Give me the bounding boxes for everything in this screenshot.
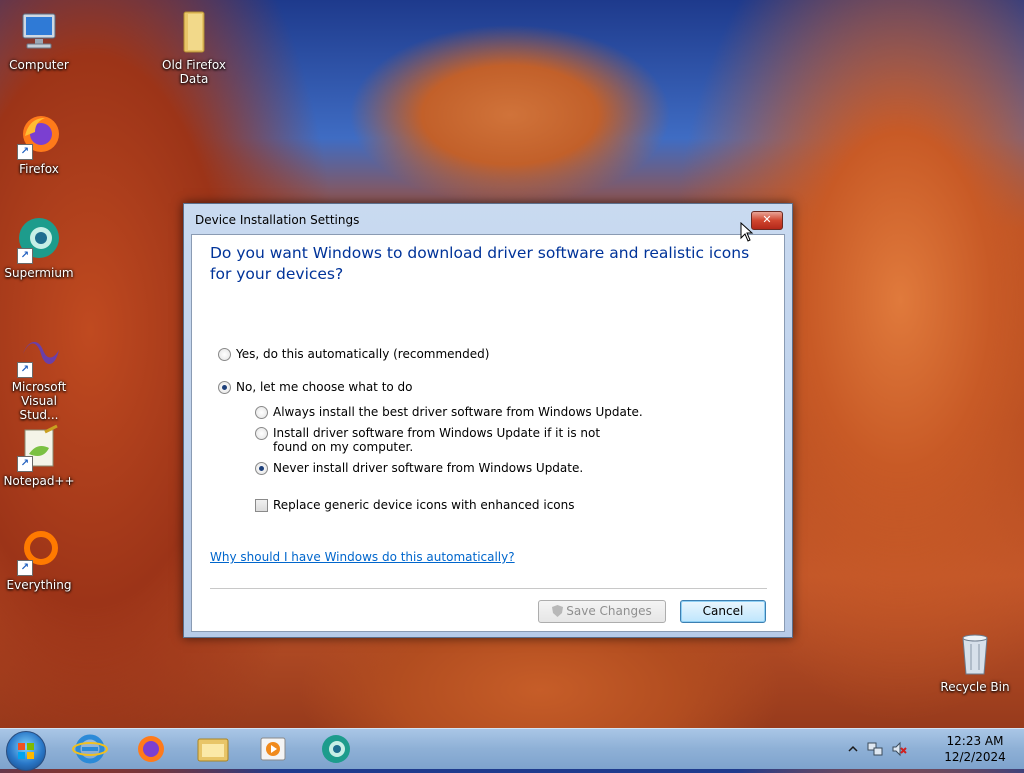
firefox-icon bbox=[138, 736, 164, 762]
recycle-bin-icon bbox=[951, 630, 999, 678]
option-yes-label: Yes, do this automatically (recommended) bbox=[236, 347, 490, 361]
volume-muted-icon[interactable] bbox=[891, 741, 907, 757]
desktop-icon-label: Everything bbox=[6, 578, 72, 592]
separator bbox=[210, 588, 767, 589]
desktop-icon-notepadpp[interactable]: ↗ Notepad++ bbox=[1, 424, 77, 488]
shortcut-arrow-icon: ↗ bbox=[17, 456, 33, 472]
taskbar-internet-explorer[interactable] bbox=[70, 733, 110, 765]
desktop-icon-computer[interactable]: Computer bbox=[1, 8, 77, 72]
desktop-icon-label: Old Firefox Data bbox=[162, 58, 226, 86]
computer-icon bbox=[15, 8, 63, 56]
checkbox-replace-icons-row[interactable]: Replace generic device icons with enhanc… bbox=[255, 498, 575, 512]
radio-never-install[interactable] bbox=[255, 462, 268, 475]
desktop-icon-label: Microsoft Visual Stud... bbox=[11, 380, 67, 422]
notepadpp-icon: ↗ bbox=[15, 424, 63, 472]
desktop-icon-label: Recycle Bin bbox=[940, 680, 1010, 694]
option-no-label: No, let me choose what to do bbox=[236, 380, 413, 394]
explorer-icon bbox=[197, 738, 229, 762]
shortcut-arrow-icon: ↗ bbox=[17, 144, 33, 160]
desktop-icon-everything[interactable]: ↗ Everything bbox=[1, 528, 77, 592]
desktop-icon-label: Notepad++ bbox=[3, 474, 75, 488]
suboption-install-if-not-found[interactable]: Install driver software from Windows Upd… bbox=[255, 426, 635, 454]
option-yes-automatic[interactable]: Yes, do this automatically (recommended) bbox=[218, 347, 489, 361]
suboption-if-not-found-label: Install driver software from Windows Upd… bbox=[273, 426, 601, 454]
internet-explorer-icon bbox=[72, 734, 108, 764]
checkbox-replace-icons-label: Replace generic device icons with enhanc… bbox=[273, 498, 575, 512]
taskbar-supermium[interactable] bbox=[316, 733, 356, 765]
clock-date: 12/2/2024 bbox=[944, 750, 1006, 764]
supermium-icon bbox=[322, 735, 350, 763]
desktop-icon-firefox[interactable]: ↗ Firefox bbox=[1, 112, 77, 176]
windows-logo-icon bbox=[18, 743, 34, 759]
cancel-button[interactable]: Cancel bbox=[680, 600, 766, 623]
shield-icon bbox=[552, 605, 564, 617]
taskbar-firefox[interactable] bbox=[131, 733, 171, 765]
desktop-icon-recycle-bin[interactable]: Recycle Bin bbox=[937, 630, 1013, 694]
close-button[interactable]: ✕ bbox=[751, 211, 783, 230]
network-icon[interactable] bbox=[867, 741, 883, 757]
dialog-title: Device Installation Settings bbox=[195, 213, 360, 227]
radio-install-if-not-found[interactable] bbox=[255, 427, 268, 440]
save-changes-label: Save Changes bbox=[566, 604, 652, 618]
help-link[interactable]: Why should I have Windows do this automa… bbox=[210, 550, 515, 564]
checkbox-replace-icons[interactable] bbox=[255, 499, 268, 512]
desktop-icon-supermium[interactable]: ↗ Supermium bbox=[1, 216, 77, 280]
suboption-always-install[interactable]: Always install the best driver software … bbox=[255, 405, 643, 419]
suboption-never-label: Never install driver software from Windo… bbox=[273, 461, 584, 475]
desktop-icon-label: Computer bbox=[9, 58, 69, 72]
desktop-icon-label: Supermium bbox=[4, 266, 74, 280]
clock[interactable]: 12:23 AM 12/2/2024 bbox=[925, 733, 1024, 765]
desktop-icon-visual-studio[interactable]: ↗ Microsoft Visual Stud... bbox=[1, 330, 77, 422]
suboption-always-label: Always install the best driver software … bbox=[273, 405, 643, 419]
desktop-icon-old-firefox-data[interactable]: Old Firefox Data bbox=[156, 8, 232, 86]
everything-icon: ↗ bbox=[15, 528, 63, 576]
shortcut-arrow-icon: ↗ bbox=[17, 362, 33, 378]
firefox-icon: ↗ bbox=[15, 112, 63, 160]
shortcut-arrow-icon: ↗ bbox=[17, 248, 33, 264]
dialog-content: Do you want Windows to download driver s… bbox=[191, 234, 785, 632]
radio-yes[interactable] bbox=[218, 348, 231, 361]
show-hidden-icons-icon[interactable] bbox=[845, 741, 861, 757]
device-installation-dialog: Device Installation Settings ✕ Do you wa… bbox=[183, 203, 793, 638]
visual-studio-icon: ↗ bbox=[15, 330, 63, 378]
suboption-never-install[interactable]: Never install driver software from Windo… bbox=[255, 461, 583, 475]
taskbar-explorer[interactable] bbox=[193, 733, 233, 765]
save-changes-button[interactable]: Save Changes bbox=[538, 600, 666, 623]
mouse-cursor-icon bbox=[740, 222, 754, 242]
folder-icon bbox=[170, 8, 218, 56]
taskbar-media-player[interactable] bbox=[253, 733, 293, 765]
option-no-choose[interactable]: No, let me choose what to do bbox=[218, 380, 413, 394]
media-player-icon bbox=[260, 737, 286, 761]
radio-no[interactable] bbox=[218, 381, 231, 394]
supermium-icon: ↗ bbox=[15, 216, 63, 264]
dialog-question: Do you want Windows to download driver s… bbox=[210, 244, 750, 283]
start-button[interactable] bbox=[6, 731, 46, 771]
taskbar: 12:23 AM 12/2/2024 bbox=[0, 728, 1024, 771]
desktop-icon-label: Firefox bbox=[19, 162, 59, 176]
shortcut-arrow-icon: ↗ bbox=[17, 560, 33, 576]
radio-always-install[interactable] bbox=[255, 406, 268, 419]
clock-time: 12:23 AM bbox=[946, 734, 1004, 748]
